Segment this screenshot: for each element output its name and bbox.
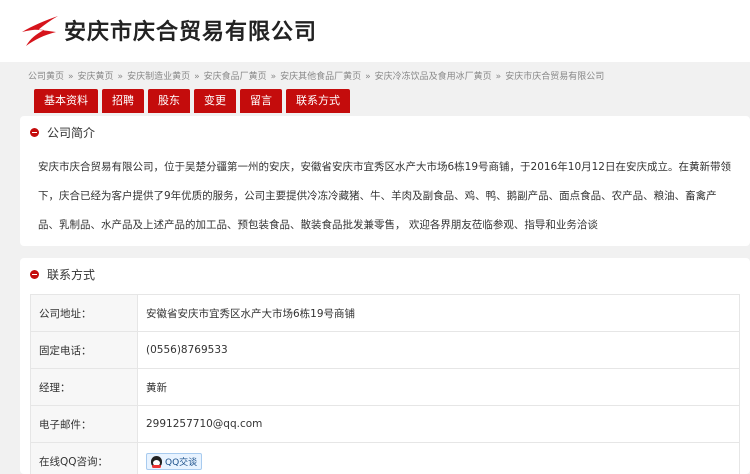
breadcrumb-item[interactable]: 安庆冷冻饮品及食用冰厂黄页	[375, 72, 492, 82]
breadcrumb-separator: »	[194, 72, 200, 82]
swoosh-logo-icon[interactable]	[20, 14, 60, 48]
minus-circle-icon	[30, 127, 39, 137]
contact-heading: 联系方式	[30, 266, 95, 282]
company-title: 安庆市庆合贸易有限公司	[64, 20, 318, 45]
contact-card: 联系方式 公司地址： 安徽省安庆市宜秀区水产大市场6栋19号商铺 固定电话： (…	[20, 258, 750, 474]
address-value: 安徽省安庆市宜秀区水产大市场6栋19号商铺	[137, 294, 740, 332]
breadcrumb-item[interactable]: 安庆食品厂黄页	[204, 72, 267, 82]
table-row: 在线QQ咨询： QQ交谈	[30, 442, 740, 474]
phone-label: 固定电话：	[30, 331, 138, 369]
breadcrumb-item[interactable]: 公司黄页	[28, 72, 64, 82]
qq-label: 在线QQ咨询：	[30, 442, 138, 474]
breadcrumb-separator: »	[68, 72, 74, 82]
table-row: 固定电话： (0556)8769533	[30, 331, 740, 369]
tab-recruitment[interactable]: 招聘	[102, 89, 144, 113]
contact-title: 联系方式	[47, 267, 96, 282]
qq-penguin-icon	[151, 455, 162, 468]
breadcrumb-item[interactable]: 安庆黄页	[78, 72, 114, 82]
table-row: 经理： 黄新	[30, 368, 740, 406]
qq-value: QQ交谈	[137, 442, 740, 474]
manager-label: 经理：	[30, 368, 138, 406]
tab-basic-info[interactable]: 基本资料	[34, 89, 98, 113]
tab-contact[interactable]: 联系方式	[286, 89, 350, 113]
breadcrumb-separator: »	[495, 72, 502, 82]
intro-text: 安庆市庆合贸易有限公司，位于吴楚分疆第一州的安庆，安徽省安庆市宜秀区水产大市场6…	[38, 161, 731, 231]
breadcrumb-separator: »	[117, 72, 124, 82]
contact-table: 公司地址： 安徽省安庆市宜秀区水产大市场6栋19号商铺 固定电话： (0556)…	[30, 294, 740, 474]
site-header: 安庆市庆合贸易有限公司	[0, 0, 750, 62]
breadcrumb-item[interactable]: 安庆其他食品厂黄页	[280, 72, 361, 82]
table-row: 电子邮件： 2991257710@qq.com	[30, 405, 740, 443]
address-label: 公司地址：	[30, 294, 138, 332]
email-label: 电子邮件：	[30, 405, 138, 443]
tab-changes[interactable]: 变更	[194, 89, 236, 113]
minus-circle-icon	[30, 269, 39, 279]
email-value: 2991257710@qq.com	[137, 405, 740, 443]
breadcrumb: 公司黄页» 安庆黄页» 安庆制造业黄页» 安庆食品厂黄页» 安庆其他食品厂黄页» 安庆冷冻…	[28, 69, 604, 82]
tab-bar: 基本资料 招聘 股东 变更 留言 联系方式	[34, 89, 350, 113]
table-row: 公司地址： 安徽省安庆市宜秀区水产大市场6栋19号商铺	[30, 294, 740, 332]
intro-title: 公司简介	[47, 125, 96, 140]
breadcrumb-item[interactable]: 安庆制造业黄页	[127, 72, 190, 82]
tab-shareholders[interactable]: 股东	[148, 89, 190, 113]
intro-card: 公司简介 安庆市庆合贸易有限公司，位于吴楚分疆第一州的安庆，安徽省安庆市宜秀区水…	[20, 116, 750, 246]
breadcrumb-separator: »	[365, 72, 371, 82]
intro-heading: 公司简介	[30, 124, 95, 140]
qq-chat-button[interactable]: QQ交谈	[146, 452, 203, 470]
manager-value: 黄新	[137, 368, 740, 406]
breadcrumb-current: 安庆市庆合贸易有限公司	[505, 72, 605, 82]
breadcrumb-separator: »	[270, 72, 277, 82]
phone-value: (0556)8769533	[137, 331, 740, 369]
tab-messages[interactable]: 留言	[240, 89, 282, 113]
qq-chat-label: QQ交谈	[165, 457, 198, 468]
